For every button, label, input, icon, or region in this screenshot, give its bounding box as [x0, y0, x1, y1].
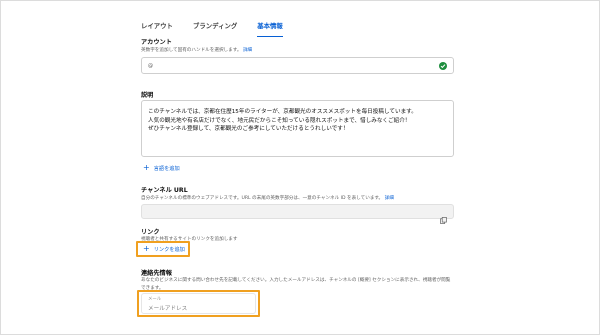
- check-icon: [439, 62, 447, 70]
- add-language-label: 言語を追加: [153, 165, 180, 172]
- channel-url-hint-text: 自分のチャンネルの標準のウェブアドレスです。URL の末尾の英数字部分は、一意の…: [141, 196, 384, 201]
- handle-hint: 英数字を追加して固有のハンドルを選択します。 詳細: [141, 47, 252, 53]
- description-textarea[interactable]: このチャンネルでは、京都在住歴15年のライターが、京都観光のオススメスポットを毎…: [141, 100, 454, 157]
- plus-icon: +: [143, 163, 150, 172]
- channel-url-hint: 自分のチャンネルの標準のウェブアドレスです。URL の末尾の英数字部分は、一意の…: [141, 195, 394, 201]
- description-line: 人気の観光地や有名店だけでなく、地元民だからこそ知っている隠れスポットまで、惜し…: [148, 117, 411, 124]
- copy-icon[interactable]: [440, 209, 447, 224]
- contact-hint-line1: あなたのビジネスに関する問い合わせ先を記載してください。入力したメールアドレスは…: [141, 278, 451, 283]
- handle-label: アカウント: [141, 39, 172, 46]
- channel-url-learn-more-link[interactable]: 詳細: [385, 196, 394, 201]
- handle-hint-text: 英数字を追加して固有のハンドルを選択します。: [141, 48, 242, 53]
- handle-prefix: @: [148, 62, 153, 69]
- handle-input[interactable]: @: [141, 57, 454, 74]
- tab-basic-info[interactable]: 基本情報: [257, 21, 283, 37]
- description-line: このチャンネルでは、京都在住歴15年のライターが、京都観光のオススメスポットを毎…: [148, 109, 417, 115]
- links-label: リンク: [141, 229, 160, 236]
- description-line: ぜひチャンネル登録して、京都観光のご参考にしていただけるとうれしいです！: [148, 126, 349, 132]
- contact-label: 連絡先情報: [141, 270, 172, 277]
- handle-learn-more-link[interactable]: 詳細: [243, 48, 252, 53]
- channel-customization-panel: レイアウト ブランディング 基本情報 アカウント 英数字を追加して固有のハンドル…: [0, 0, 600, 335]
- add-link-highlight: [136, 241, 190, 257]
- add-language-button[interactable]: + 言語を追加: [143, 164, 180, 172]
- tab-branding[interactable]: ブランディング: [193, 21, 237, 37]
- tab-bar: レイアウト ブランディング 基本情報: [141, 21, 283, 37]
- channel-url-label: チャンネル URL: [141, 187, 188, 194]
- description-label: 説明: [141, 92, 154, 99]
- channel-url-field: [141, 204, 454, 224]
- email-highlight: [137, 290, 260, 317]
- tab-layout[interactable]: レイアウト: [141, 21, 173, 37]
